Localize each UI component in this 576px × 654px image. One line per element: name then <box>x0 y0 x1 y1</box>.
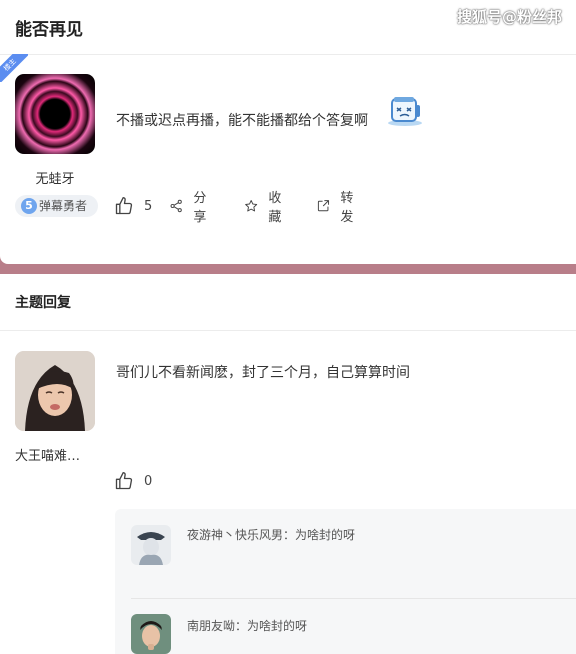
op-avatar[interactable] <box>15 74 95 154</box>
sticker-emoji-icon <box>387 96 423 126</box>
reply-username[interactable]: 大王喵难… <box>15 445 95 464</box>
post-card: 能否再见 搜狐号@粉丝邦 楼主 无蛙牙 5 弹幕勇者 不播或迟点再播，能不能播都… <box>0 0 576 266</box>
reply-like-button[interactable]: 0 <box>114 469 152 493</box>
forward-label: 转发 <box>340 191 354 225</box>
op-username[interactable]: 无蛙牙 <box>15 168 95 187</box>
favorite-label: 收藏 <box>268 191 282 225</box>
sub-reply-item: 夜游神丶快乐风男：为啥封的呀 <box>187 526 355 543</box>
star-icon <box>245 200 258 212</box>
sub-reply-divider <box>131 598 576 599</box>
forward-button[interactable]: 转发 <box>316 191 359 225</box>
post-content: 不播或迟点再播，能不能播都给个答复啊 <box>116 113 368 129</box>
share-label: 分享 <box>193 191 207 225</box>
forward-icon <box>317 200 330 212</box>
sub-reply-avatar[interactable] <box>131 614 171 654</box>
section-divider <box>0 330 576 331</box>
sub-reply-avatar[interactable] <box>131 525 171 565</box>
thumbs-up-icon <box>115 472 133 490</box>
replies-section-title: 主题回复 <box>15 295 71 311</box>
watermark: 搜狐号@粉丝邦 <box>456 8 562 26</box>
level-number-icon: 5 <box>21 198 37 214</box>
sub-reply-item: 南朋友呦：为啥封的呀 <box>187 617 307 634</box>
reply-avatar[interactable] <box>15 351 95 431</box>
reply-like-count: 0 <box>144 473 153 489</box>
level-label: 弹幕勇者 <box>39 199 88 213</box>
level-badge: 5 弹幕勇者 <box>15 195 98 217</box>
like-count: 5 <box>144 198 153 214</box>
post-title: 能否再见 <box>15 20 83 40</box>
thumbs-up-icon <box>115 197 133 215</box>
sub-reply-separator: ： <box>283 528 296 542</box>
sub-reply-content: 为啥封的呀 <box>247 619 308 633</box>
title-divider <box>0 54 576 55</box>
reply-content: 哥们儿不看新闻麽，封了三个月，自己算算时间 <box>116 365 410 381</box>
sub-reply-author[interactable]: 夜游神丶快乐风男 <box>187 528 283 542</box>
share-button[interactable]: 分享 <box>169 191 212 225</box>
section-separator-band <box>0 264 576 274</box>
sub-reply-author[interactable]: 南朋友呦 <box>187 619 235 633</box>
favorite-button[interactable]: 收藏 <box>244 191 287 225</box>
sub-reply-content: 为啥封的呀 <box>295 528 356 542</box>
sub-reply-separator: ： <box>235 619 248 633</box>
share-icon <box>170 199 182 213</box>
like-button[interactable]: 5 <box>114 194 152 218</box>
